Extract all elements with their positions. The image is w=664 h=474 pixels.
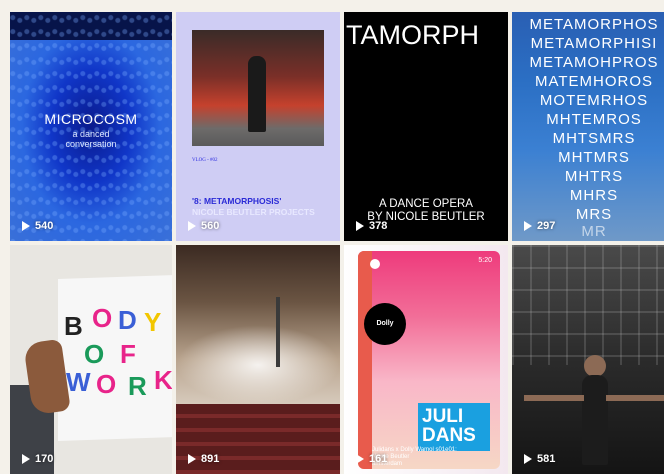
view-count: 560 [188, 220, 219, 232]
man-figure [248, 56, 266, 132]
cover-letter: O [84, 339, 105, 369]
tile-subtitle: a danced conversation [10, 129, 172, 149]
text-line: METAMORPHOS [529, 16, 659, 33]
view-count: 581 [524, 453, 555, 465]
view-count-value: 297 [537, 220, 556, 232]
fog [176, 325, 340, 405]
tile-subtitle: NICOLE BEUTLER PROJECTS [192, 207, 315, 217]
caption-line-2: Nicole Beutler [372, 454, 410, 460]
post-tile-dance-opera[interactable]: TAMORPH A DANCE OPERA BY NICOLE BEUTLER … [344, 12, 508, 241]
caption-line-1: Julidans x Dolly Wamol s01e01: [372, 447, 457, 453]
subtitle-line-1: a danced [72, 129, 110, 139]
tile-title: TAMORPH [346, 20, 479, 50]
post-tile-microcosm[interactable]: MICROCOSM a danced conversation 540 [10, 12, 172, 241]
view-count: 170 [22, 453, 53, 465]
play-icon [524, 454, 532, 464]
cover-letter: O [96, 369, 117, 399]
cover-letter: R [128, 371, 147, 401]
caption-line-1: A DANCE OPERA [379, 198, 473, 210]
view-count-value: 581 [537, 453, 556, 465]
post-tile-body-of-work[interactable]: B O D Y O F W O R K 170 [10, 245, 172, 474]
cover-letter: O [92, 303, 113, 333]
caption-line-3: amsterdam [372, 461, 403, 467]
cover-letter: K [154, 365, 172, 395]
text-line: MOTEMRHOS [539, 92, 649, 109]
tile-title: '8: METAMORPHOSIS' [192, 196, 282, 206]
text-line: MHRS [569, 187, 619, 204]
text-line: METAMOHPROS [529, 54, 659, 71]
cover-letter: W [66, 367, 91, 397]
play-icon [524, 221, 532, 231]
book-cover [58, 274, 172, 442]
post-grid: MICROCOSM a danced conversation 540 VLOG… [10, 12, 664, 474]
play-icon [356, 454, 364, 464]
subtitle-line-2: conversation [65, 139, 117, 149]
julidans-badge: JULI DANS [418, 403, 490, 451]
play-icon [22, 221, 30, 231]
view-count-value: 560 [201, 220, 220, 232]
text-line: METAMORPHISI [530, 35, 658, 52]
view-count-value: 170 [35, 453, 54, 465]
cover-letter: D [118, 305, 137, 335]
play-icon [356, 221, 364, 231]
cover-letter: Y [144, 307, 162, 337]
person-arm [606, 395, 664, 401]
play-icon [188, 454, 196, 464]
view-count: 891 [188, 453, 219, 465]
view-count: 297 [524, 220, 555, 232]
play-icon [22, 454, 30, 464]
vlog-label: VLOG - #02 [192, 158, 218, 163]
theatre-photo [192, 30, 324, 146]
play-icon [188, 221, 196, 231]
text-line: MHTMRS [558, 149, 630, 166]
post-tile-julidans[interactable]: 5:20 Dolly JULI DANS Julidans x Dolly Wa… [344, 245, 508, 474]
text-line: MATEMHOROS [534, 73, 654, 90]
person-head [584, 355, 606, 377]
view-count-value: 161 [369, 453, 388, 465]
badge-line-1: JULI [422, 406, 464, 427]
dolly-logo: Dolly [364, 303, 406, 345]
person-arm [524, 395, 584, 401]
person-figure [582, 375, 608, 465]
cover-letter: F [120, 339, 136, 369]
view-count: 540 [22, 220, 53, 232]
text-line: MHTEMROS [546, 111, 642, 128]
view-count: 378 [356, 220, 387, 232]
cover-letter: B [64, 311, 83, 341]
stage-truss [512, 245, 664, 365]
badge-line-2: DANS [422, 425, 476, 446]
post-tile-stage-man[interactable]: 581 [512, 245, 664, 474]
view-count-value: 891 [201, 453, 220, 465]
post-tile-metamorphosis-vlog[interactable]: VLOG - #02 '8: METAMORPHOSIS' NICOLE BEU… [176, 12, 340, 241]
text-line: MHTRS [564, 168, 624, 185]
tile-title: MICROCOSM [44, 111, 138, 127]
view-count-value: 378 [369, 220, 388, 232]
post-tile-foggy-theatre[interactable]: 891 [176, 245, 340, 474]
tree-figure [276, 297, 280, 367]
view-count: 161 [356, 453, 387, 465]
view-count-value: 540 [35, 220, 54, 232]
story-caption: Julidans x Dolly Wamol s01e01: Nicole Be… [372, 447, 482, 468]
story-panel: 5:20 Dolly JULI DANS Julidans x Dolly Wa… [358, 251, 500, 469]
avatar-icon [370, 259, 380, 269]
duration-label: 5:20 [478, 257, 492, 264]
text-line: MHTSMRS [552, 130, 636, 147]
post-tile-metamorphos-text[interactable]: METAMORPHOS METAMORPHISI METAMOHPROS MAT… [512, 12, 664, 241]
